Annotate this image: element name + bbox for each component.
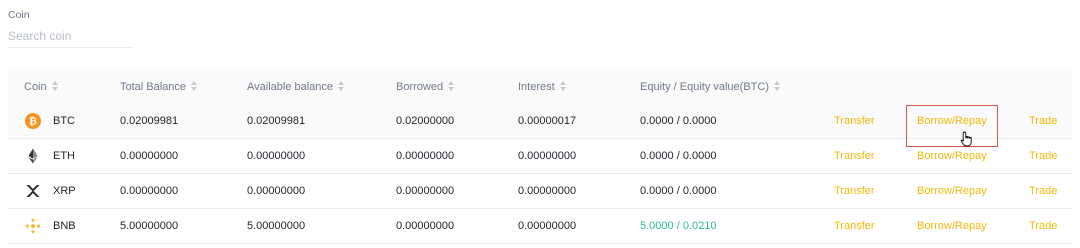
interest-cell: 0.00000000	[518, 220, 577, 232]
total-balance-cell: 5.00000000	[120, 220, 179, 232]
transfer-link[interactable]: Transfer	[834, 104, 875, 138]
coin-filter-label: Coin	[8, 9, 30, 21]
sort-icon[interactable]	[191, 81, 198, 91]
coin-filter: Coin	[8, 8, 134, 48]
column-header-available-balance-label: Available balance	[247, 81, 334, 93]
available-balance-cell: 0.00000000	[247, 150, 306, 162]
search-coin-input[interactable]	[8, 24, 134, 48]
trade-link[interactable]: Trade	[1029, 209, 1057, 243]
coin-symbol: BNB	[53, 220, 76, 232]
sort-icon[interactable]	[51, 81, 59, 91]
equity-cell: 0.0000 / 0.0000	[640, 185, 717, 197]
column-header-coin[interactable]: Coin	[24, 71, 59, 104]
coin-symbol: XRP	[53, 185, 76, 197]
equity-cell: 0.0000 / 0.0000	[640, 150, 717, 162]
interest-cell: 0.00000017	[518, 115, 577, 127]
borrow-repay-link[interactable]: Borrow/Repay	[917, 174, 987, 208]
equity-cell: 0.0000 / 0.0000	[640, 115, 717, 127]
eth-icon	[25, 148, 41, 164]
total-balance-cell: 0.02009981	[120, 115, 179, 127]
interest-cell: 0.00000000	[518, 185, 577, 197]
trade-link[interactable]: Trade	[1029, 104, 1057, 138]
svg-text:₿: ₿	[29, 116, 37, 128]
available-balance-cell: 0.00000000	[247, 185, 306, 197]
column-header-coin-label: Coin	[24, 81, 47, 93]
sort-icon[interactable]	[774, 81, 781, 91]
borrowed-cell: 0.00000000	[396, 150, 455, 162]
transfer-link[interactable]: Transfer	[834, 209, 875, 243]
transfer-link[interactable]: Transfer	[834, 139, 875, 173]
table-row-xrp: XRP 0.00000000 0.00000000 0.00000000 0.0…	[8, 174, 1072, 209]
column-header-total-balance[interactable]: Total Balance	[120, 71, 198, 104]
interest-cell: 0.00000000	[518, 150, 577, 162]
coin-symbol: BTC	[53, 115, 75, 127]
highlight-box	[906, 105, 998, 147]
btc-icon: ₿	[25, 113, 41, 129]
xrp-icon	[25, 183, 41, 199]
table-row-bnb: BNB 5.00000000 5.00000000 0.00000000 0.0…	[8, 209, 1072, 244]
column-header-equity-label: Equity / Equity value(BTC)	[640, 81, 769, 93]
borrowed-cell: 0.00000000	[396, 185, 455, 197]
column-header-interest-label: Interest	[518, 81, 555, 93]
table-header: Coin Total Balance Available balance Bor…	[8, 71, 1072, 104]
coin-symbol: ETH	[53, 150, 75, 162]
hand-cursor-icon	[960, 131, 974, 147]
trade-link[interactable]: Trade	[1029, 174, 1057, 208]
borrowed-cell: 0.00000000	[396, 220, 455, 232]
column-header-total-balance-label: Total Balance	[120, 81, 187, 93]
column-header-borrowed-label: Borrowed	[396, 81, 444, 93]
sort-icon[interactable]	[338, 81, 345, 91]
column-header-borrowed[interactable]: Borrowed	[396, 71, 455, 104]
column-header-interest[interactable]: Interest	[518, 71, 567, 104]
equity-cell: 5.0000 / 0.0210	[640, 220, 717, 232]
margin-balances-table: Coin Total Balance Available balance Bor…	[8, 71, 1072, 244]
sort-icon[interactable]	[559, 81, 567, 91]
total-balance-cell: 0.00000000	[120, 150, 179, 162]
bnb-icon	[25, 218, 41, 234]
trade-link[interactable]: Trade	[1029, 139, 1057, 173]
sort-icon[interactable]	[448, 81, 455, 91]
available-balance-cell: 5.00000000	[247, 220, 306, 232]
total-balance-cell: 0.00000000	[120, 185, 179, 197]
column-header-equity[interactable]: Equity / Equity value(BTC)	[640, 71, 781, 104]
transfer-link[interactable]: Transfer	[834, 174, 875, 208]
borrow-repay-link[interactable]: Borrow/Repay	[917, 209, 987, 243]
available-balance-cell: 0.02009981	[247, 115, 306, 127]
borrowed-cell: 0.02000000	[396, 115, 455, 127]
column-header-available-balance[interactable]: Available balance	[247, 71, 345, 104]
